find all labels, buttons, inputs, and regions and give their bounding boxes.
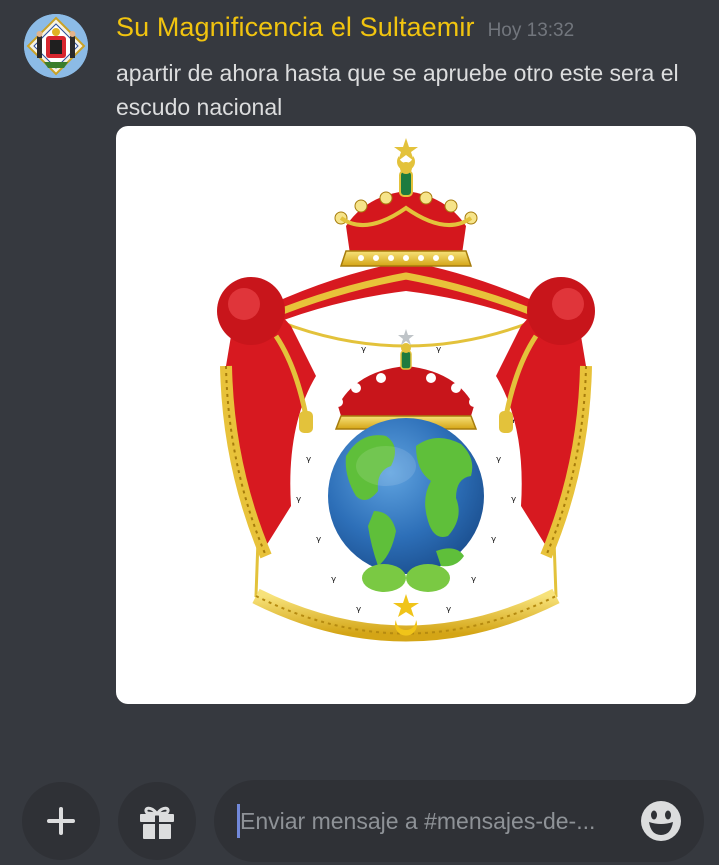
gift-icon [140,806,174,839]
svg-text:ᵞ: ᵞ [296,494,301,510]
author-avatar[interactable] [24,14,88,78]
message-input-placeholder: Enviar mensaje a #mensajes-de-... [240,808,596,834]
coat-of-arms-image: ᵞ ᵞ ᵞ ᵞ ᵞ ᵞ ᵞ ᵞ ᵞ ᵞ ᵞ ᵞ ᵞ ᵞ ᵞ ᵞ [217,138,595,642]
chat-view: Su Magnificencia el Sultaemir Hoy 13:32 … [0,0,719,865]
emoji-picker-button[interactable] [640,800,682,842]
gift-button[interactable] [118,782,196,860]
svg-text:ᵞ: ᵞ [361,344,366,360]
add-attachment-button[interactable] [22,782,100,860]
svg-text:ᵞ: ᵞ [491,534,496,550]
smiley-emoji-icon [641,801,681,841]
message-timestamp: Hoy 13:32 [487,20,575,41]
plus-icon [47,807,75,835]
message-input[interactable]: Enviar mensaje a #mensajes-de-... [214,780,704,862]
svg-text:ᵞ: ᵞ [316,534,321,550]
image-attachment[interactable]: ᵞ ᵞ ᵞ ᵞ ᵞ ᵞ ᵞ ᵞ ᵞ ᵞ ᵞ ᵞ ᵞ ᵞ ᵞ ᵞ [116,126,696,704]
svg-text:ᵞ: ᵞ [496,454,501,470]
svg-text:ᵞ: ᵞ [446,604,451,620]
svg-text:ᵞ: ᵞ [436,344,441,360]
svg-text:ᵞ: ᵞ [511,494,516,510]
message-composer: Enviar mensaje a #mensajes-de-... [0,778,719,865]
author-name[interactable]: Su Magnificencia el Sultaemir [116,12,475,43]
svg-text:ᵞ: ᵞ [306,454,311,470]
svg-text:ᵞ: ᵞ [356,604,361,620]
message-text: apartir de ahora hasta que se apruebe ot… [116,60,679,120]
message-header: Su Magnificencia el Sultaemir Hoy 13:32 [116,12,574,52]
svg-text:ᵞ: ᵞ [471,574,476,590]
svg-text:ᵞ: ᵞ [331,574,336,590]
